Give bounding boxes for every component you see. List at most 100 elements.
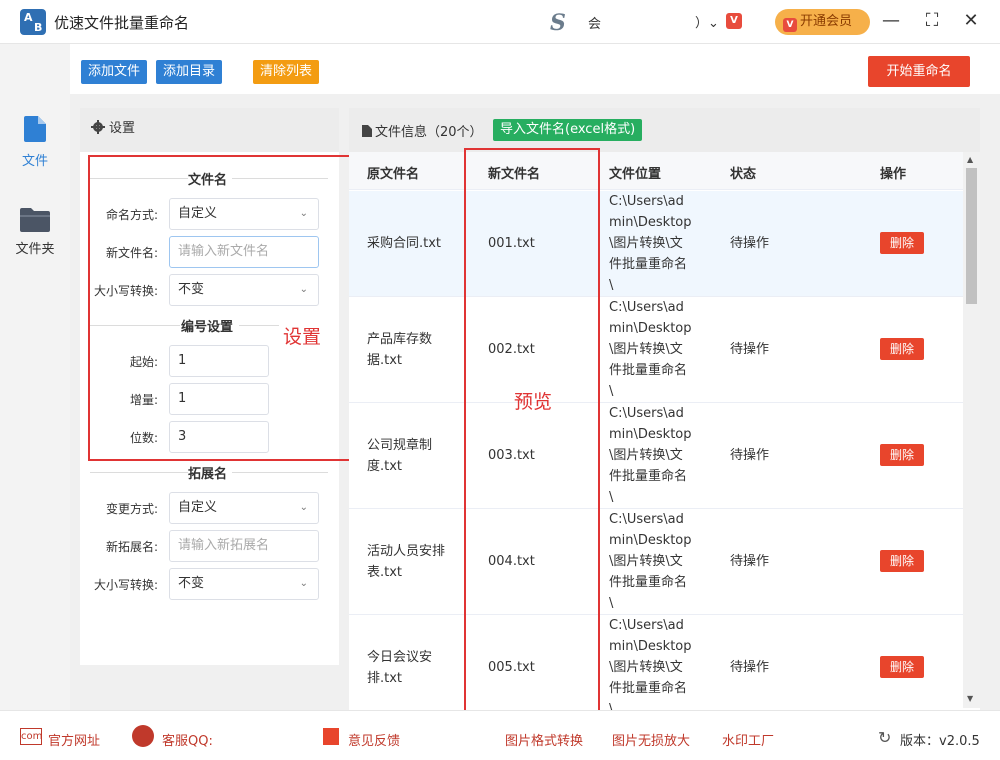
file-count-label: 文件信息（20个） [375, 125, 483, 140]
account-dropdown[interactable]: ）⌄ [695, 12, 719, 31]
location-line: 件批量重命名 [609, 363, 688, 378]
status-cell: 待操作 [730, 448, 770, 463]
scrollbar-thumb[interactable] [966, 168, 977, 304]
table-row[interactable]: 产品库存数 据.txt 002.txt C:\Users\ad min\Desktop \… [349, 297, 963, 403]
table-row[interactable]: 采购合同.txt 001.txt C:\Users\ad min\Desktop \图片… [349, 191, 963, 297]
website-link[interactable]: 官方网址 [48, 730, 100, 749]
preview-highlight-box [464, 148, 600, 715]
location-line: 件批量重命名 [609, 575, 688, 590]
start-rename-button[interactable]: 开始重命名 [868, 56, 970, 87]
feedback-link[interactable]: 意见反馈 [348, 730, 400, 749]
qq-support-link[interactable]: 客服QQ: [162, 730, 213, 749]
minimize-button[interactable]: — [880, 10, 902, 32]
sidebar: 文件 文件夹 [0, 44, 70, 710]
document-icon [362, 125, 372, 137]
location-line: C:\Users\ad [609, 406, 684, 421]
ext-case-select[interactable]: 不变 ⌄ [169, 568, 319, 600]
status-cell: 待操作 [730, 660, 770, 675]
original-name-line: 活动人员安排 [367, 544, 446, 559]
settings-annotation: 设置 [283, 326, 322, 348]
column-status: 状态 [730, 167, 757, 182]
location-line: min\Desktop [609, 321, 692, 336]
settings-highlight-box [88, 155, 353, 461]
close-button[interactable]: ✕ [960, 10, 982, 32]
location-line: \图片转换\文 [609, 448, 683, 463]
delete-button[interactable]: 删除 [880, 232, 924, 254]
maximize-button[interactable]: ⛶ [921, 10, 943, 32]
table-row[interactable]: 活动人员安排 表.txt 004.txt C:\Users\ad min\Desktop… [349, 509, 963, 615]
location-line: \图片转换\文 [609, 342, 683, 357]
original-name-cell: 采购合同.txt [367, 233, 467, 254]
settings-header: 设置 [80, 108, 339, 152]
new-extension-input[interactable]: 请输入新拓展名 [169, 530, 319, 562]
crown-icon: V [783, 18, 797, 32]
location-line: \ [609, 490, 614, 505]
location-line: \图片转换\文 [609, 660, 683, 675]
image-upscale-link[interactable]: 图片无损放大 [612, 730, 690, 749]
original-name-cell: 公司规章制 度.txt [367, 435, 467, 477]
ext-mode-select[interactable]: 自定义 ⌄ [169, 492, 319, 524]
chevron-down-icon: ⌄ [299, 578, 308, 589]
title-bar: AB 优速文件批量重命名 S 会 ）⌄ V V 开通会员 — ⛶ ✕ [0, 0, 1000, 44]
status-cell: 待操作 [730, 236, 770, 251]
chevron-down-icon: ⌄ [299, 502, 308, 513]
clear-list-button[interactable]: 清除列表 [253, 60, 320, 84]
original-name-line: 采购合同.txt [367, 236, 442, 251]
s-logo-icon: S [550, 10, 566, 36]
app-title: 优速文件批量重命名 [54, 14, 190, 32]
vip-button[interactable]: V 开通会员 [775, 9, 870, 35]
original-name-cell: 今日会议安 排.txt [367, 647, 467, 689]
status-cell: 待操作 [730, 554, 770, 569]
scroll-down-icon[interactable]: ▼ [967, 694, 973, 703]
table-row[interactable]: 今日会议安 排.txt 005.txt C:\Users\ad min\Desktop \… [349, 615, 963, 721]
delete-button[interactable]: 删除 [880, 338, 924, 360]
table-scrollbar[interactable]: ▲ ▼ [963, 152, 980, 708]
file-panel-header: 文件信息（20个） 导入文件名(excel格式) [349, 108, 980, 152]
sidebar-item-folder[interactable]: 文件夹 [0, 208, 70, 257]
folder-icon [20, 208, 50, 232]
extension-section-title: 拓展名 [188, 467, 228, 482]
import-excel-button[interactable]: 导入文件名(excel格式) [493, 119, 643, 141]
scroll-up-icon[interactable]: ▲ [967, 155, 973, 164]
ext-mode-label: 变更方式: [105, 502, 158, 516]
location-line: \图片转换\文 [609, 236, 683, 251]
original-name-line: 据.txt [367, 353, 403, 368]
watermark-link[interactable]: 水印工厂 [722, 730, 774, 749]
file-icon [24, 116, 46, 142]
delete-button[interactable]: 删除 [880, 656, 924, 678]
location-line: C:\Users\ad [609, 194, 684, 209]
header-text: 会 [588, 17, 602, 32]
ext-case-label: 大小写转换: [93, 578, 158, 592]
sidebar-item-label: 文件 [21, 154, 48, 169]
delete-button[interactable]: 删除 [880, 550, 924, 572]
image-format-link[interactable]: 图片格式转换 [505, 730, 583, 749]
sidebar-item-file[interactable]: 文件 [0, 116, 70, 169]
status-cell: 待操作 [730, 342, 770, 357]
delete-button[interactable]: 删除 [880, 444, 924, 466]
location-cell: C:\Users\admin\Desktop\图片转换\文件批量重命名\ [609, 615, 719, 720]
original-name-line: 今日会议安 [367, 650, 433, 665]
location-line: C:\Users\ad [609, 300, 684, 315]
location-line: \图片转换\文 [609, 554, 683, 569]
ext-case-value: 不变 [178, 576, 205, 591]
feedback-icon [323, 728, 339, 745]
location-line: min\Desktop [609, 215, 692, 230]
gear-icon [91, 120, 105, 134]
add-file-button[interactable]: 添加文件 [81, 60, 148, 84]
table-row[interactable]: 公司规章制 度.txt 003.txt C:\Users\ad min\Desktop \… [349, 403, 963, 509]
original-name-line: 度.txt [367, 459, 403, 474]
settings-title: 设置 [109, 121, 136, 136]
location-line: min\Desktop [609, 533, 692, 548]
location-line: \ [609, 596, 614, 611]
refresh-icon[interactable]: ↻ [878, 728, 891, 747]
location-cell: C:\Users\admin\Desktop\图片转换\文件批量重命名\ [609, 297, 719, 402]
location-line: 件批量重命名 [609, 469, 688, 484]
footer: com 官方网址 客服QQ: 意见反馈 图片格式转换 图片无损放大 水印工厂 ↻… [0, 710, 1000, 760]
location-line: min\Desktop [609, 427, 692, 442]
customer-service-icon [132, 725, 154, 747]
section-divider [90, 472, 188, 473]
add-directory-button[interactable]: 添加目录 [156, 60, 223, 84]
ext-mode-value: 自定义 [178, 500, 218, 515]
original-name-line: 产品库存数 [367, 332, 433, 347]
new-extension-label: 新拓展名: [105, 540, 158, 554]
